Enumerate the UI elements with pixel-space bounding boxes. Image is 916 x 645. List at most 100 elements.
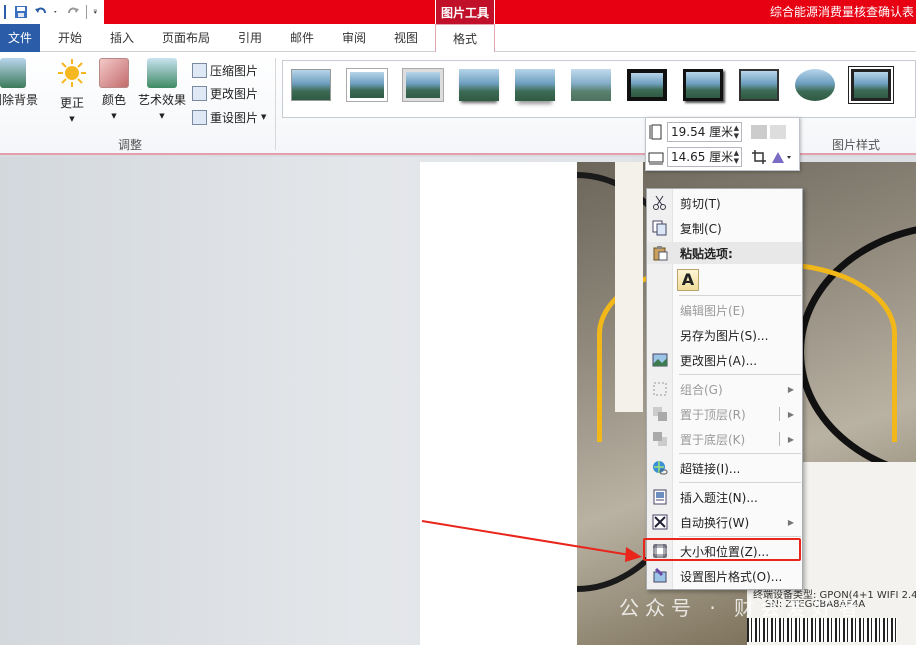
width-value: 14.65 厘米	[671, 150, 734, 164]
annotation-arrow	[421, 520, 642, 562]
remove-background-label: 删除背景	[0, 93, 38, 107]
submenu-arrow-icon: ▶	[787, 434, 794, 444]
tab-references[interactable]: 引用	[230, 24, 270, 52]
tab-file[interactable]: 文件	[0, 24, 40, 52]
artistic-effects-button[interactable]: 艺术效果 ▼	[136, 58, 188, 120]
height-value: 19.54 厘米	[671, 125, 734, 139]
split-separator	[779, 432, 780, 446]
menu-item-wrap-text[interactable]: 自动换行(W) ▶	[647, 511, 802, 533]
menu-label: 自动换行(W)	[680, 515, 750, 530]
height-icon	[649, 124, 662, 140]
menu-label: 编辑图片(E)	[680, 303, 745, 318]
menu-item-hyperlink[interactable]: 超链接(I)...	[647, 457, 802, 479]
menu-item-bring-to-front[interactable]: 置于顶层(R) ▶	[647, 403, 802, 425]
tab-view[interactable]: 视图	[386, 24, 426, 52]
barcode	[747, 618, 897, 642]
picture-styles-gallery	[282, 60, 916, 118]
style-thumb[interactable]	[515, 69, 555, 101]
spinner-icon[interactable]: ▲ ▼	[734, 149, 741, 165]
send-backward-icon[interactable]	[770, 125, 786, 139]
menu-item-change-picture[interactable]: 更改图片(A)...	[647, 349, 802, 371]
undo-icon[interactable]	[34, 5, 48, 19]
menu-item-format-picture[interactable]: 设置图片格式(O)...	[647, 565, 802, 587]
width-input[interactable]: 14.65 厘米 ▲ ▼	[667, 147, 742, 167]
style-thumb[interactable]	[683, 69, 723, 101]
style-thumb[interactable]	[571, 69, 611, 101]
submenu-arrow-icon: ▶	[787, 384, 794, 394]
hyperlink-icon	[653, 461, 668, 475]
menu-item-copy[interactable]: 复制(C)	[647, 217, 802, 239]
menu-label: 超链接(I)...	[680, 461, 741, 476]
redo-icon[interactable]	[66, 5, 80, 19]
height-input[interactable]: 19.54 厘米 ▲ ▼	[667, 122, 742, 142]
menu-label: 插入题注(N)...	[680, 490, 758, 505]
menu-label: 粘贴选项:	[680, 246, 733, 261]
rotate-icon[interactable]	[770, 149, 792, 165]
document-title: 综合能源消费量核查确认表	[769, 5, 914, 19]
bring-to-front-icon	[653, 407, 667, 421]
menu-label: 置于顶层(R)	[680, 407, 746, 422]
change-picture-button[interactable]: 更改图片	[192, 83, 258, 103]
customize-qat-icon[interactable]	[93, 5, 101, 19]
paste-icon	[653, 246, 668, 261]
undo-dropdown-icon[interactable]	[54, 5, 60, 19]
corrections-button[interactable]: 更正 ▼	[52, 58, 92, 123]
tab-home[interactable]: 开始	[52, 24, 88, 52]
tab-review[interactable]: 审阅	[334, 24, 374, 52]
chevron-down-icon: ▼	[261, 113, 267, 121]
compress-label: 压缩图片	[210, 63, 259, 78]
wrap-text-icon	[652, 514, 668, 530]
bring-forward-icon[interactable]	[751, 125, 767, 139]
color-button[interactable]: 颜色 ▼	[96, 58, 132, 120]
menu-item-send-to-back[interactable]: 置于底层(K) ▶	[647, 428, 802, 450]
crop-icon[interactable]	[751, 149, 767, 165]
menu-item-cut[interactable]: 剪切(T)	[647, 192, 802, 214]
tab-format[interactable]: 格式	[435, 24, 495, 53]
submenu-arrow-icon: ▶	[787, 517, 794, 527]
menu-item-edit-picture[interactable]: 编辑图片(E)	[647, 299, 802, 321]
tab-page-layout[interactable]: 页面布局	[156, 24, 216, 52]
height-row: 19.54 厘米 ▲ ▼	[648, 121, 786, 143]
tab-insert[interactable]: 插入	[104, 24, 140, 52]
sun-icon	[58, 59, 86, 87]
width-row: 14.65 厘米 ▲ ▼	[648, 146, 792, 168]
width-icon	[648, 152, 664, 165]
style-thumb[interactable]	[848, 66, 894, 104]
menu-label: 剪切(T)	[680, 196, 721, 211]
style-thumb[interactable]	[403, 69, 443, 101]
group-label-picture-styles: 图片样式	[832, 138, 881, 152]
menu-separator	[679, 536, 801, 537]
paste-keep-text-only-button[interactable]: A	[677, 269, 699, 291]
remove-background-button[interactable]: 删除背景	[0, 58, 42, 108]
menu-header-paste-options: 粘贴选项:	[647, 242, 802, 264]
menu-label: 另存为图片(S)...	[680, 328, 769, 343]
tab-mailings[interactable]: 邮件	[282, 24, 322, 52]
menu-item-save-as-picture[interactable]: 另存为图片(S)...	[647, 324, 802, 346]
menu-separator	[679, 374, 801, 375]
spinner-icon[interactable]: ▲ ▼	[734, 124, 741, 140]
qat-separator	[86, 5, 87, 19]
style-thumb[interactable]	[291, 69, 331, 101]
save-icon[interactable]	[14, 5, 28, 19]
split-separator	[779, 407, 780, 421]
artistic-effects-label: 艺术效果	[137, 93, 186, 107]
menu-item-group[interactable]: 组合(G) ▶	[647, 378, 802, 400]
style-thumb[interactable]	[627, 69, 667, 101]
style-thumb[interactable]	[459, 69, 499, 101]
style-thumb[interactable]	[795, 69, 835, 101]
corrections-label: 更正	[59, 96, 84, 110]
white-pipe	[615, 162, 643, 412]
remove-background-icon	[0, 58, 26, 88]
group-icon	[653, 382, 667, 396]
style-thumb[interactable]	[739, 69, 779, 101]
compress-pictures-button[interactable]: 压缩图片	[192, 60, 258, 80]
change-picture-icon	[652, 353, 668, 367]
title-bar: 图片工具 综合能源消费量核查确认表	[0, 0, 916, 24]
ribbon-tabs: 文件 开始 插入 页面布局 引用 邮件 审阅 视图 格式	[0, 24, 916, 53]
quick-access-toolbar	[0, 0, 101, 24]
scissors-icon	[653, 195, 666, 210]
compress-icon	[192, 62, 207, 78]
menu-item-insert-caption[interactable]: 插入题注(N)...	[647, 486, 802, 508]
style-thumb[interactable]	[347, 69, 387, 101]
reset-picture-button[interactable]: 重设图片 ▼	[192, 107, 266, 127]
